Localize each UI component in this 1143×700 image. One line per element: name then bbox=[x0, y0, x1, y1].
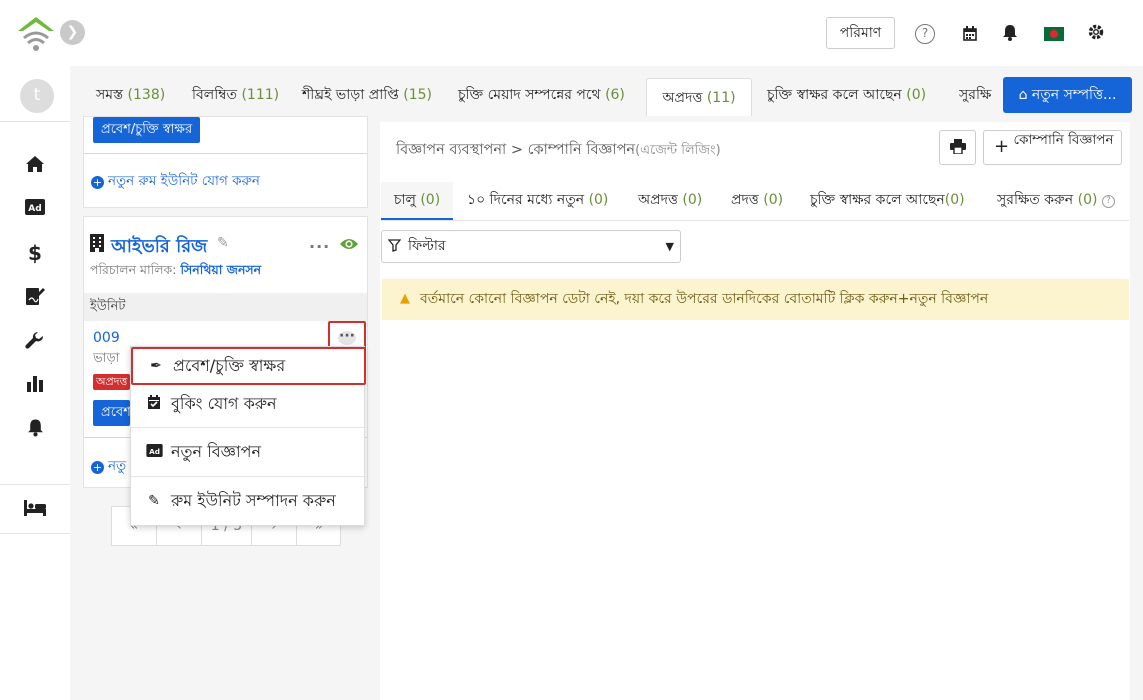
building-icon bbox=[89, 234, 105, 252]
divider bbox=[0, 533, 70, 534]
edit-icon[interactable]: ✎ bbox=[217, 235, 229, 251]
menu-item-checkin[interactable]: ✒ প্রবেশ/চুক্তি স্বাক্ষর bbox=[131, 347, 366, 385]
logo-icon[interactable] bbox=[14, 14, 58, 54]
svg-text:Ad: Ad bbox=[149, 447, 160, 456]
wrench-icon[interactable] bbox=[24, 331, 46, 353]
subtab-new-10-days[interactable]: ১০ দিনের মধ্যে নতুন (0) bbox=[467, 182, 608, 220]
subtab-unpaid[interactable]: অপ্রদত্ত (0) bbox=[638, 182, 702, 220]
funnel-icon bbox=[387, 231, 402, 262]
edit-icon: ✎ bbox=[148, 493, 160, 509]
eye-icon[interactable] bbox=[339, 236, 359, 252]
caret-down-icon: ▼ bbox=[665, 240, 674, 253]
calendar-icon[interactable] bbox=[959, 25, 981, 47]
plus-circle-icon: + bbox=[91, 461, 104, 474]
filter-dropdown[interactable]: ফিল্টার ▼ bbox=[381, 230, 681, 263]
pariman-button[interactable]: পরিমাণ bbox=[826, 17, 895, 49]
unpaid-badge: অপ্রদত্ত bbox=[93, 374, 130, 390]
tab-protected[interactable]: সুরক্ষি bbox=[959, 74, 993, 116]
breadcrumb-main-link[interactable]: বিজ্ঞাপন ব্যবস্থাপনা bbox=[396, 142, 506, 158]
divider bbox=[84, 153, 367, 154]
svg-text:Ad: Ad bbox=[28, 204, 41, 214]
plus-icon: + bbox=[994, 136, 1010, 157]
tab-rent-soon[interactable]: শীঘ্রই ভাড়া প্রাপ্তি (15) bbox=[302, 74, 432, 116]
expand-sidebar-icon[interactable]: ❯ bbox=[60, 20, 85, 45]
tab-all[interactable]: সমস্ত (138) bbox=[96, 74, 165, 116]
breadcrumb-subtitle: (এজেন্ট লিজিং) bbox=[635, 143, 721, 158]
tab-signing[interactable]: চুক্তি স্বাক্ষর কলে আছেন (0) bbox=[767, 74, 926, 116]
subtab-protect[interactable]: সুরক্ষিত করুন (0) ? bbox=[997, 182, 1115, 220]
menu-divider bbox=[131, 476, 364, 477]
help-icon[interactable]: ? bbox=[915, 24, 935, 44]
notification-bell-icon[interactable] bbox=[24, 418, 46, 440]
warning-icon: ▲ bbox=[400, 291, 410, 306]
menu-item-add-booking[interactable]: বুকিং যোগ করুন bbox=[131, 384, 364, 424]
pen-icon: ✒ bbox=[150, 358, 162, 374]
menu-item-edit-unit[interactable]: ✎ রুম ইউনিট সম্পাদন করুন bbox=[131, 481, 364, 521]
unit-actions-menu: ✒ প্রবেশ/চুক্তি স্বাক্ষর বুকিং যোগ করুন A… bbox=[130, 346, 366, 526]
divider bbox=[0, 484, 70, 485]
subtab-signing[interactable]: চুক্তি স্বাক্ষর কলে আছেন(0) bbox=[810, 182, 965, 220]
ellipsis-icon: ··· bbox=[338, 328, 356, 345]
empty-state-alert: ▲ বর্তমানে কোনো বিজ্ঞাপন ডেটা নেই, দয়া … bbox=[382, 279, 1129, 320]
plus-circle-icon: + bbox=[91, 176, 104, 189]
unit-checkin-button[interactable]: প্রবেশ bbox=[93, 400, 130, 426]
tab-unpaid[interactable]: অপ্রদত্ত (11) bbox=[646, 78, 752, 116]
units-heading: ইউনিট bbox=[84, 293, 367, 321]
calendar-check-icon bbox=[145, 384, 163, 424]
checkin-button[interactable]: প্রবেশ/চুক্তি স্বাক্ষর bbox=[93, 117, 201, 143]
bed-icon[interactable] bbox=[24, 500, 46, 522]
dollar-icon[interactable]: $ bbox=[24, 242, 46, 264]
gear-icon[interactable] bbox=[1085, 23, 1107, 45]
bangladesh-flag-icon[interactable] bbox=[1044, 27, 1064, 41]
new-property-button[interactable]: ⌂ নতুন সম্পত্তি... bbox=[1003, 77, 1132, 113]
bell-icon[interactable] bbox=[999, 24, 1021, 46]
owner-info: পরিচালন মালিক: সিনথিয়া জনসন bbox=[90, 262, 262, 277]
divider bbox=[0, 121, 70, 122]
add-room-unit-link-2[interactable]: + নতু bbox=[91, 455, 131, 478]
avatar[interactable]: t bbox=[20, 79, 54, 113]
bar-chart-icon[interactable] bbox=[24, 374, 46, 396]
owner-name-link[interactable]: সিনথিয়া জনসন bbox=[180, 262, 261, 277]
subtab-paid[interactable]: প্রদত্ত (0) bbox=[731, 182, 783, 220]
print-button[interactable] bbox=[939, 130, 976, 165]
menu-divider bbox=[131, 427, 364, 428]
tab-contract-expiring[interactable]: চুক্তি মেয়াদ সম্পন্নের পথে (6) bbox=[458, 74, 625, 116]
contract-sign-icon[interactable] bbox=[24, 286, 46, 308]
help-icon[interactable]: ? bbox=[1101, 195, 1115, 208]
home-icon[interactable] bbox=[24, 155, 46, 177]
divider bbox=[381, 220, 1129, 221]
subtab-active[interactable]: চালু (0) bbox=[381, 182, 453, 220]
breadcrumb-current: কোম্পানি বিজ্ঞাপন bbox=[527, 142, 636, 158]
ad-icon[interactable]: Ad bbox=[24, 199, 46, 221]
ad-icon: Ad bbox=[145, 432, 163, 472]
more-options-icon[interactable]: ··· bbox=[309, 237, 330, 256]
company-ad-button[interactable]: + কোম্পানি বিজ্ঞাপন bbox=[983, 130, 1122, 165]
breadcrumb: বিজ্ঞাপন ব্যবস্থাপনা > কোম্পানি বিজ্ঞাপন… bbox=[396, 139, 721, 163]
printer-icon bbox=[949, 139, 966, 155]
menu-item-new-ad[interactable]: Ad নতুন বিজ্ঞাপন bbox=[131, 432, 364, 472]
house-icon: ⌂ bbox=[1018, 87, 1028, 103]
add-room-unit-link[interactable]: + নতুন রুম ইউনিট যোগ করুন bbox=[91, 170, 260, 193]
unit-number[interactable]: 009 bbox=[93, 330, 120, 346]
unit-rent-label: ভাড়া bbox=[93, 351, 120, 366]
tab-late[interactable]: বিলম্বিত (111) bbox=[192, 74, 279, 116]
breadcrumb-separator: > bbox=[510, 142, 524, 158]
property-name[interactable]: আইভরি রিজ bbox=[111, 232, 207, 263]
